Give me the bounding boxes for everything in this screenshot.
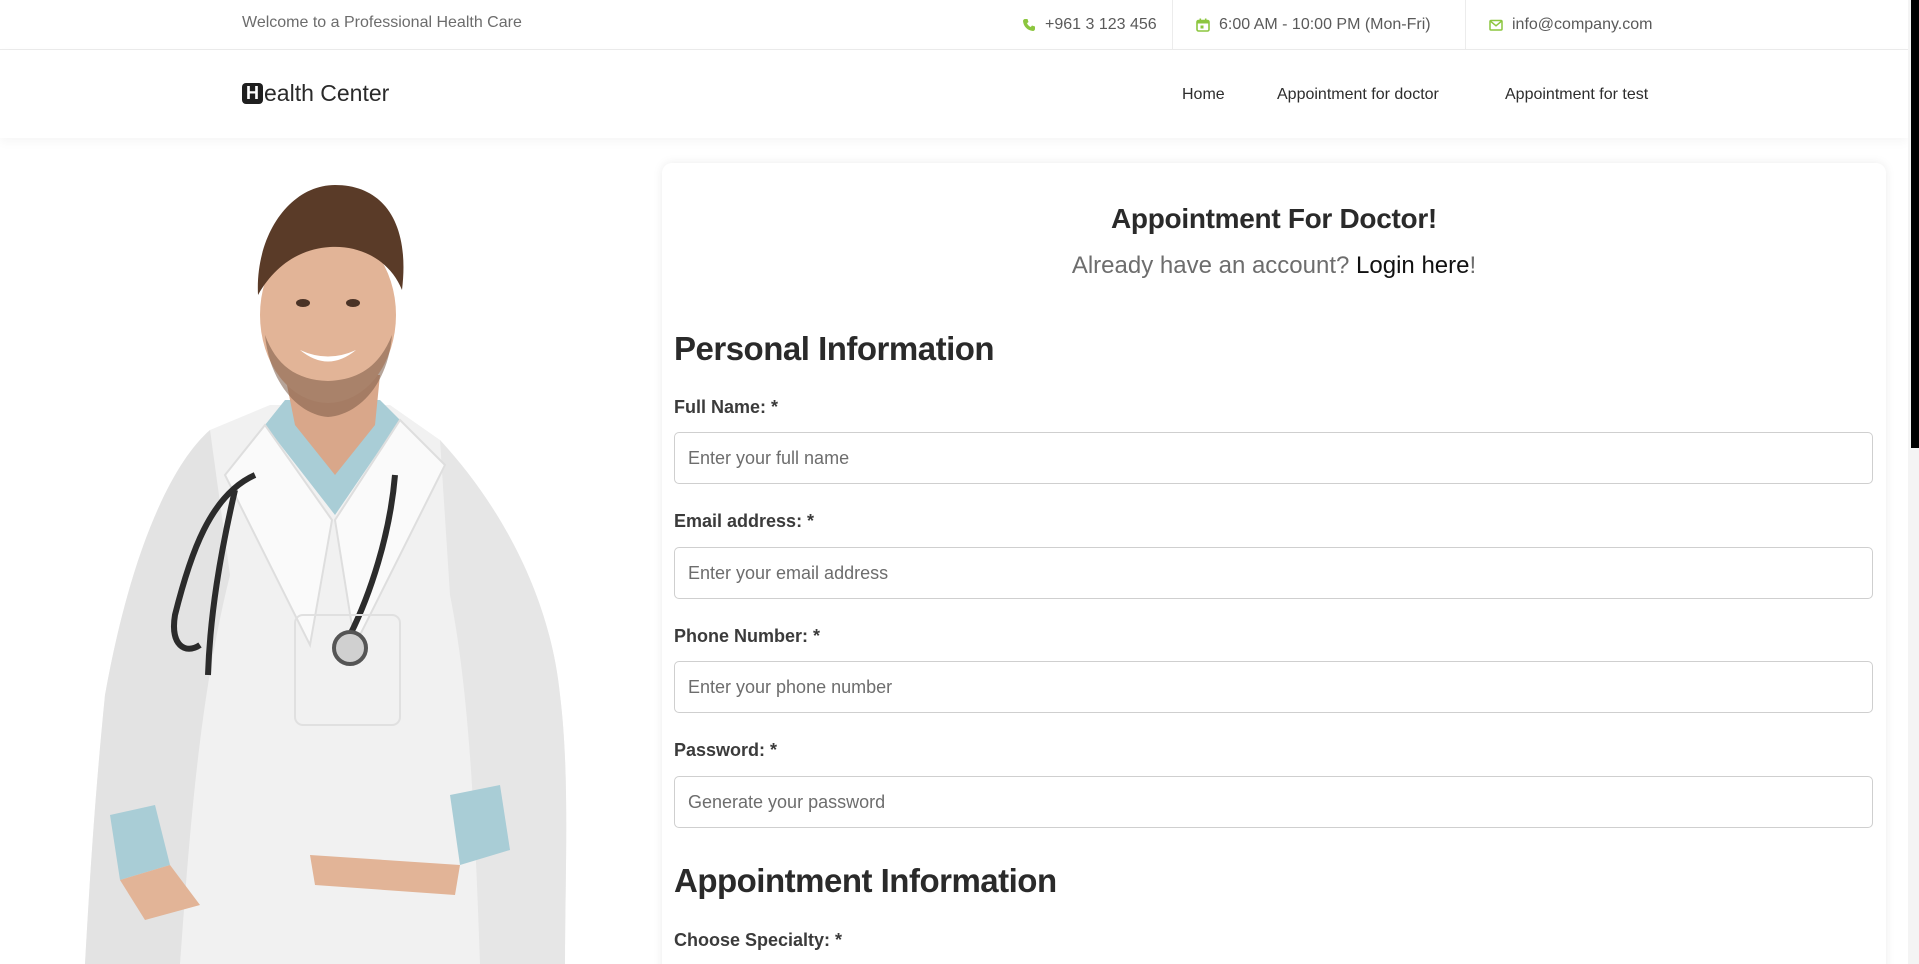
form-title: Appointment For Doctor! (1111, 203, 1437, 234)
phone-label: Phone Number: * (674, 626, 821, 646)
doctor-photo (85, 185, 567, 964)
full-name-label: Full Name: * (674, 397, 779, 417)
email-label: Email address: * (674, 511, 815, 531)
site-header: H ealth Center Home Appointment for doct… (0, 50, 1908, 138)
login-link[interactable]: Login here (1356, 252, 1469, 279)
phone-input[interactable] (674, 661, 1873, 713)
logo-text: ealth Center (264, 80, 390, 106)
password-label: Password: * (674, 740, 778, 760)
form-subtitle: Already have an account? Login here! (662, 252, 1886, 280)
section-personal-information: Personal Information (674, 330, 995, 367)
subtitle-suffix: ! (1469, 252, 1477, 279)
phone-text: +961 3 123 456 (1045, 15, 1157, 33)
divider (1465, 0, 1466, 49)
contact-email: info@company.com (1489, 0, 1652, 49)
scrollbar-thumb[interactable] (1911, 0, 1919, 448)
email-input[interactable] (674, 547, 1873, 599)
site-logo[interactable]: H ealth Center (242, 80, 389, 107)
hours-text: 6:00 AM - 10:00 PM (Mon-Fri) (1219, 15, 1431, 33)
nav-appointment-doctor[interactable]: Appointment for doctor (1277, 86, 1439, 104)
calendar-icon (1196, 18, 1210, 32)
logo-mark: H (242, 83, 263, 104)
nav-appointment-test[interactable]: Appointment for test (1505, 86, 1648, 104)
specialty-label: Choose Specialty: * (674, 930, 843, 950)
phone-icon (1022, 18, 1036, 32)
welcome-text: Welcome to a Professional Health Care (242, 14, 522, 31)
page-scrollbar[interactable] (1908, 0, 1919, 964)
section-appointment-information: Appointment Information (674, 862, 1057, 899)
contact-phone: +961 3 123 456 (1022, 0, 1157, 49)
opening-hours: 6:00 AM - 10:00 PM (Mon-Fri) (1196, 0, 1431, 49)
top-info-bar: Welcome to a Professional Health Care +9… (0, 0, 1908, 50)
email-text[interactable]: info@company.com (1512, 16, 1652, 34)
password-input[interactable] (674, 776, 1873, 828)
divider (1172, 0, 1173, 49)
subtitle-prefix: Already have an account? (1071, 252, 1357, 279)
full-name-input[interactable] (674, 432, 1873, 484)
envelope-icon (1489, 18, 1503, 32)
nav-home[interactable]: Home (1182, 86, 1225, 104)
